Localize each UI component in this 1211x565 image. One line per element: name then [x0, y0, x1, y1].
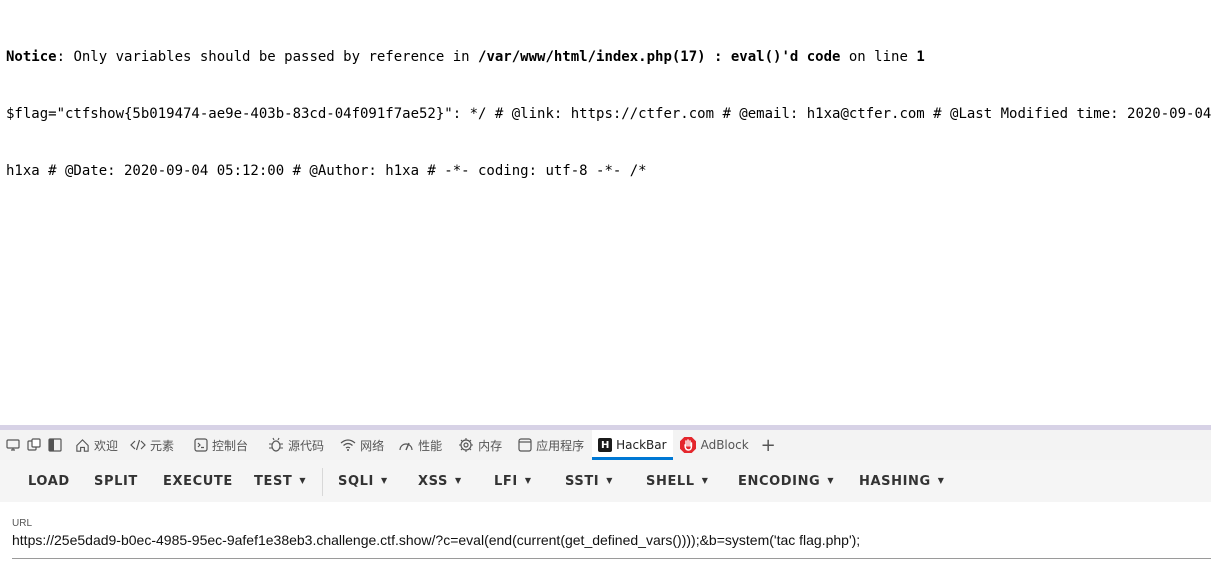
- page-output: Notice: Only variables should be passed …: [6, 10, 1211, 200]
- tab-label: 内存: [478, 438, 503, 453]
- devtools-tabbar: 欢迎 元素 控制台 源代码 网络 性能 内存 应用程序 H HackBar Ad…: [0, 430, 1211, 460]
- adblock-icon: [679, 436, 697, 454]
- flag-output-line: $flag="ctfshow{5b019474-ae9e-403b-83cd-0…: [6, 106, 1211, 122]
- memory-icon: [458, 437, 474, 453]
- split-button[interactable]: SPLIT: [94, 474, 138, 489]
- hashing-dropdown-button[interactable]: HASHING ▼: [859, 474, 945, 489]
- chevron-down-icon: ▼: [606, 476, 614, 485]
- tab-sources[interactable]: 源代码: [262, 430, 330, 460]
- chevron-down-icon: ▼: [454, 476, 462, 485]
- tab-label: 欢迎: [94, 438, 119, 453]
- tab-welcome[interactable]: 欢迎: [69, 430, 124, 460]
- execute-button[interactable]: EXECUTE: [163, 474, 233, 489]
- chevron-down-icon: ▼: [937, 476, 945, 485]
- devtools-panel: 欢迎 元素 控制台 源代码 网络 性能 内存 应用程序 H HackBar Ad…: [0, 425, 1211, 565]
- notice-text-2: on line: [840, 49, 917, 65]
- notice-line-number: 1: [916, 49, 925, 65]
- hackbar-icon: H: [598, 438, 613, 452]
- test-dropdown-button[interactable]: TEST ▼: [254, 474, 306, 489]
- url-field[interactable]: URL https://25e5dad9-b0ec-4985-95ec-9afe…: [12, 518, 1211, 548]
- encoding-dropdown-button[interactable]: ENCODING ▼: [738, 474, 834, 489]
- tab-adblock[interactable]: AdBlock: [673, 430, 755, 460]
- bug-icon: [268, 437, 284, 453]
- chevron-down-icon: ▼: [299, 476, 307, 485]
- tab-label: HackBar: [616, 438, 667, 452]
- ssti-dropdown-button[interactable]: SSTI ▼: [565, 474, 613, 489]
- sqli-dropdown-button[interactable]: SQLI ▼: [338, 474, 388, 489]
- shell-dropdown-button[interactable]: SHELL ▼: [646, 474, 708, 489]
- chevron-down-icon: ▼: [701, 476, 709, 485]
- chevron-down-icon: ▼: [380, 476, 388, 485]
- chevron-down-icon: ▼: [827, 476, 835, 485]
- tab-label: 控制台: [212, 438, 249, 453]
- inspect-element-icon[interactable]: [26, 437, 42, 453]
- php-notice-line: Notice: Only variables should be passed …: [6, 48, 1211, 67]
- performance-icon: [398, 438, 414, 452]
- code-icon: [130, 438, 146, 452]
- chevron-down-icon: ▼: [524, 476, 532, 485]
- toolbar-divider: [322, 468, 323, 496]
- tab-performance[interactable]: 性能: [392, 430, 448, 460]
- notice-label: Notice: [6, 49, 57, 65]
- device-emulation-icon[interactable]: [5, 437, 21, 453]
- xss-dropdown-button[interactable]: XSS ▼: [418, 474, 462, 489]
- tab-elements[interactable]: 元素: [124, 430, 180, 460]
- notice-path: /var/www/html/index.php(17) : eval()'d c…: [478, 49, 841, 65]
- application-icon: [518, 438, 532, 452]
- home-icon: [75, 438, 90, 453]
- tab-hackbar[interactable]: H HackBar: [592, 430, 674, 460]
- notice-separator: :: [56, 49, 74, 65]
- add-tab-icon[interactable]: +: [761, 435, 776, 456]
- wifi-icon: [340, 438, 356, 452]
- console-icon: [194, 438, 208, 452]
- tab-label: 网络: [360, 438, 385, 453]
- url-input[interactable]: https://25e5dad9-b0ec-4985-95ec-9afef1e3…: [12, 532, 1211, 548]
- hackbar-toolbar: LOAD SPLIT EXECUTE TEST ▼ SQLI ▼ XSS ▼ LFI ▼…: [0, 460, 1211, 502]
- url-label: URL: [12, 518, 33, 529]
- tab-label: 元素: [150, 438, 175, 453]
- dock-side-icon[interactable]: [47, 437, 63, 453]
- notice-text: Only variables should be passed by refer…: [73, 49, 479, 65]
- tab-network[interactable]: 网络: [334, 430, 390, 460]
- tab-label: 源代码: [288, 438, 325, 453]
- tab-label: AdBlock: [700, 438, 749, 452]
- lfi-dropdown-button[interactable]: LFI ▼: [494, 474, 532, 489]
- tab-application[interactable]: 应用程序: [512, 430, 590, 460]
- load-button[interactable]: LOAD: [28, 474, 70, 489]
- tab-label: 性能: [418, 438, 443, 453]
- url-field-underline: [12, 558, 1211, 559]
- tab-memory[interactable]: 内存: [452, 430, 508, 460]
- tab-console[interactable]: 控制台: [188, 430, 254, 460]
- header-comment-line: h1xa # @Date: 2020-09-04 05:12:00 # @Aut…: [6, 163, 647, 179]
- tab-label: 应用程序: [536, 438, 585, 453]
